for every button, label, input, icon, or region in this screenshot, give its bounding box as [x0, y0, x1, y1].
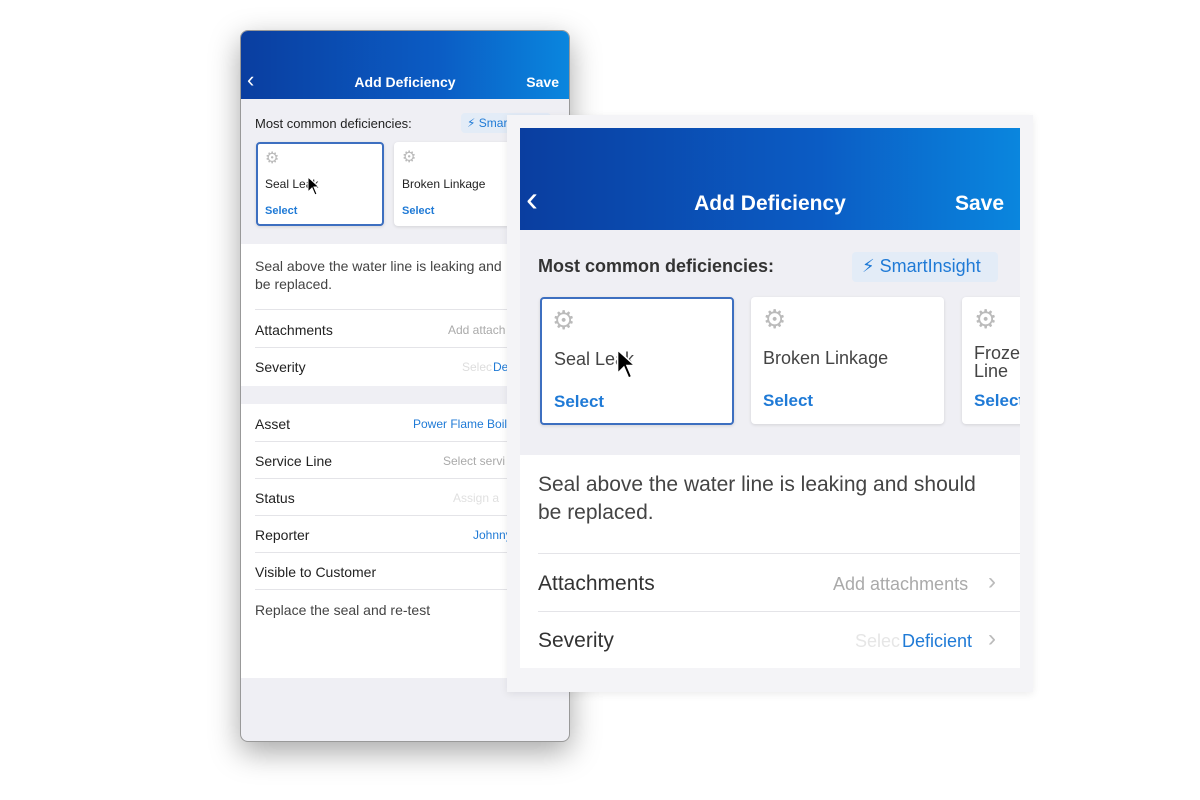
gear-wrench-icon: ⚙	[265, 150, 280, 167]
card-title: Broken Linkage	[402, 177, 486, 191]
notes-text[interactable]: Replace the seal and re-test	[255, 602, 430, 618]
page-title: Add Deficiency	[354, 74, 456, 90]
card-title-line2: Line	[974, 361, 1009, 381]
severity-placeholder: Selec	[462, 360, 493, 374]
row-label: Visible to Customer	[255, 564, 377, 580]
zoom-panel: ‹ Add Deficiency Save Most common defici…	[507, 115, 1033, 692]
severity-label: Severity	[538, 629, 614, 652]
lightning-bolt-icon: ⚡	[467, 116, 476, 130]
select-link[interactable]: Select	[402, 205, 434, 217]
row-value[interactable]: Select servi	[443, 454, 505, 468]
row-label: Status	[255, 490, 295, 506]
deficiency-card-broken-linkage[interactable]: ⚙ Broken Linkage Select	[751, 297, 944, 424]
chevron-right-icon[interactable]: ›	[988, 625, 996, 653]
gear-wrench-icon: ⚙	[763, 304, 787, 334]
select-link[interactable]: Select	[974, 391, 1020, 411]
gear-wrench-icon: ⚙	[552, 305, 576, 335]
description-text[interactable]: Seal above the water line is leaking and	[255, 258, 502, 274]
deficiency-card-broken-linkage[interactable]: ⚙ Broken Linkage Select	[394, 142, 522, 226]
page-title: Add Deficiency	[694, 192, 846, 215]
card-title: Broken Linkage	[763, 348, 889, 368]
attachments-label: Attachments	[255, 322, 333, 338]
select-link[interactable]: Select	[265, 205, 297, 217]
select-link[interactable]: Select	[763, 391, 813, 411]
header: ‹ Add Deficiency Save	[241, 31, 569, 99]
description-text-line2: be replaced.	[538, 501, 654, 524]
save-button[interactable]: Save	[526, 74, 559, 90]
row-value[interactable]: Assign a	[453, 491, 499, 505]
row-label: Service Line	[255, 453, 333, 469]
common-deficiencies-label: Most common deficiencies:	[538, 256, 775, 276]
lightning-bolt-icon: ⚡	[862, 256, 875, 276]
attachments-value[interactable]: Add attach	[448, 323, 505, 337]
chevron-right-icon[interactable]: ›	[988, 568, 996, 596]
row-value[interactable]: Power Flame Boil	[413, 417, 507, 431]
attachments-label: Attachments	[538, 572, 655, 595]
gear-wrench-icon: ⚙	[402, 149, 417, 166]
save-button[interactable]: Save	[955, 192, 1004, 216]
gear-wrench-icon: ⚙	[974, 304, 998, 334]
deficiency-card-frozen-line[interactable]: ⚙ Froze Line Select	[962, 297, 1020, 424]
attachments-value[interactable]: Add attachments	[833, 574, 968, 595]
common-deficiencies-label: Most common deficiencies:	[255, 116, 412, 131]
select-link[interactable]: Select	[554, 392, 604, 412]
severity-placeholder: Selec	[855, 631, 901, 651]
row-value[interactable]: Johnny	[473, 528, 512, 542]
smartinsight-button[interactable]: ⚡ SmartInsight	[852, 252, 998, 282]
row-label: Reporter	[255, 527, 310, 543]
row-label: Asset	[255, 416, 291, 432]
description-text-line2: be replaced.	[255, 276, 333, 292]
description-text[interactable]: Seal above the water line is leaking and…	[538, 473, 976, 497]
header: ‹ Add Deficiency Save	[520, 128, 1020, 230]
severity-label: Severity	[255, 359, 306, 375]
severity-value[interactable]: Deficient	[902, 631, 972, 652]
